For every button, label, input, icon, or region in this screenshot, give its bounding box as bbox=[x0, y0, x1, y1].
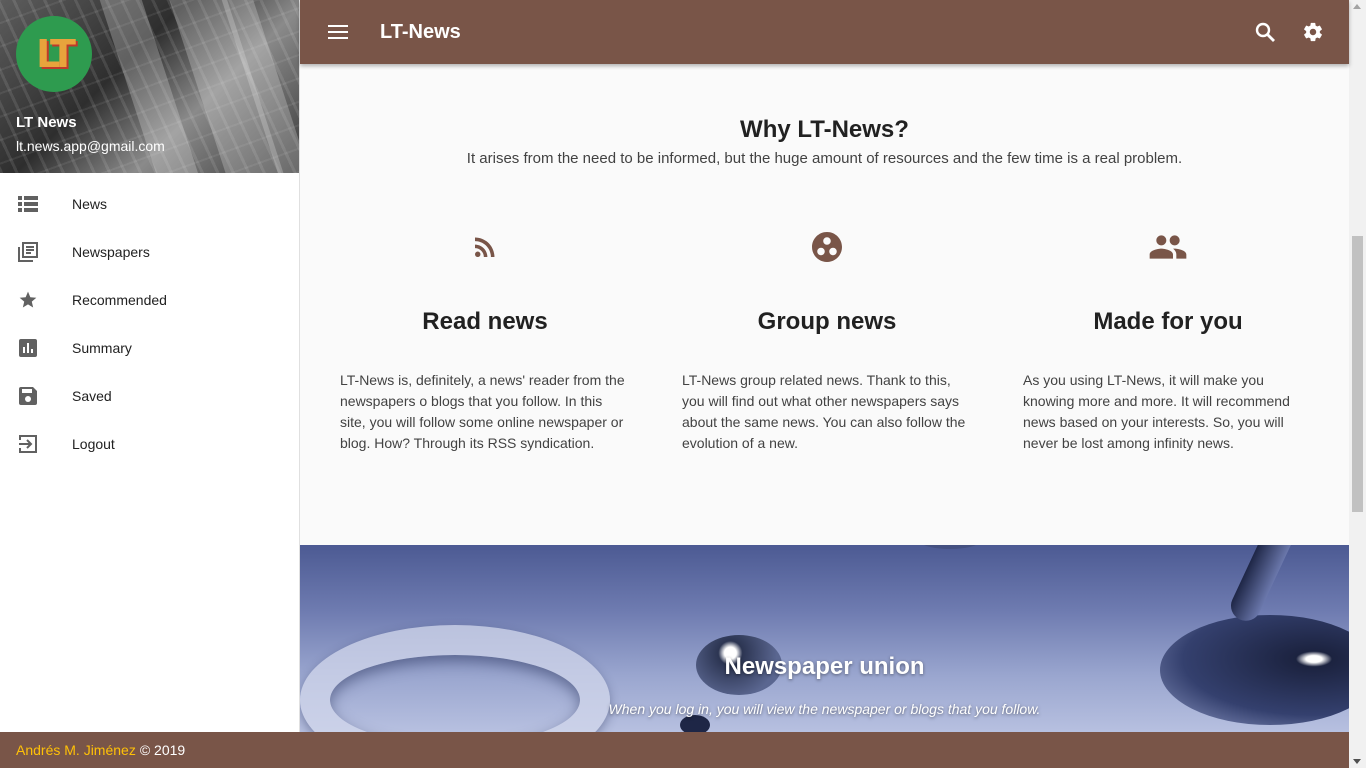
view-list-icon bbox=[17, 193, 39, 215]
drawer-user-name: LT News bbox=[16, 114, 77, 131]
drawer-header: LT LT News lt.news.app@gmail.com bbox=[0, 0, 299, 173]
scrollbar-thumb[interactable] bbox=[1352, 236, 1363, 512]
sidebar-item-label: Saved bbox=[72, 388, 112, 404]
scroll-down-arrow-icon[interactable] bbox=[1353, 759, 1361, 764]
banner-decoration bbox=[1226, 545, 1304, 626]
group-work-icon bbox=[682, 214, 972, 280]
people-icon bbox=[1023, 214, 1313, 280]
navigation-drawer: LT LT News lt.news.app@gmail.com News Ne… bbox=[0, 0, 300, 732]
sidebar-item-saved[interactable]: Saved bbox=[0, 372, 299, 420]
banner-title: Newspaper union bbox=[724, 653, 925, 680]
star-icon bbox=[17, 289, 39, 311]
feature-title: Made for you bbox=[1093, 308, 1243, 335]
sidebar-item-recommended[interactable]: Recommended bbox=[0, 276, 299, 324]
drawer-menu: News Newspapers Recommended Summary Save… bbox=[0, 173, 299, 468]
footer: Andrés M. Jiménez © 2019 bbox=[0, 732, 1349, 768]
exit-to-app-icon bbox=[17, 433, 39, 455]
sidebar-item-label: Newspapers bbox=[72, 244, 150, 260]
feature-description: As you using LT-News, it will make you k… bbox=[1023, 372, 1290, 451]
bar-chart-icon bbox=[17, 337, 39, 359]
footer-copyright: © 2019 bbox=[139, 742, 186, 758]
drawer-user-email: lt.news.app@gmail.com bbox=[16, 138, 165, 154]
sidebar-item-label: Logout bbox=[72, 436, 115, 452]
library-books-icon bbox=[17, 241, 39, 263]
sidebar-item-label: Summary bbox=[72, 340, 132, 356]
feature-read-news: Read news LT-News is, definitely, a news… bbox=[340, 214, 630, 454]
avatar[interactable]: LT bbox=[16, 16, 92, 92]
sidebar-item-label: Recommended bbox=[72, 292, 167, 308]
feature-description: LT-News group related news. Thank to thi… bbox=[682, 372, 966, 451]
banner-decoration bbox=[920, 545, 980, 549]
feature-title: Read news bbox=[422, 308, 548, 335]
page-scrollbar[interactable] bbox=[1349, 0, 1366, 768]
banner-subtitle: When you log in, you will view the newsp… bbox=[608, 701, 1041, 717]
sidebar-item-summary[interactable]: Summary bbox=[0, 324, 299, 372]
sidebar-item-news[interactable]: News bbox=[0, 180, 299, 228]
sidebar-item-label: News bbox=[72, 196, 108, 212]
top-app-bar: LT-News bbox=[300, 0, 1349, 64]
feature-title: Group news bbox=[757, 308, 897, 335]
feature-made-for-you: Made for you As you using LT-News, it wi… bbox=[1023, 214, 1313, 454]
banner-decoration bbox=[680, 715, 710, 732]
menu-icon[interactable] bbox=[322, 16, 354, 48]
rss-feed-icon bbox=[340, 214, 630, 280]
section-subtitle: It arises from the need to be informed, … bbox=[466, 150, 1183, 167]
sidebar-item-logout[interactable]: Logout bbox=[0, 420, 299, 468]
app-title: LT-News bbox=[380, 20, 461, 43]
footer-author-link[interactable]: Andrés M. Jiménez bbox=[16, 742, 136, 758]
search-icon[interactable] bbox=[1249, 16, 1281, 48]
sidebar-item-newspapers[interactable]: Newspapers bbox=[0, 228, 299, 276]
settings-icon[interactable] bbox=[1297, 16, 1329, 48]
main-content: Why LT-News? It arises from the need to … bbox=[300, 64, 1349, 732]
feature-group-news: Group news LT-News group related news. T… bbox=[682, 214, 972, 454]
newspaper-union-banner: Newspaper union When you log in, you wil… bbox=[300, 545, 1349, 732]
avatar-logo: LT bbox=[36, 32, 76, 76]
save-icon bbox=[17, 385, 39, 407]
feature-description: LT-News is, definitely, a news' reader f… bbox=[340, 372, 625, 451]
section-title: Why LT-News? bbox=[740, 116, 909, 143]
scroll-up-arrow-icon[interactable] bbox=[1353, 4, 1361, 9]
